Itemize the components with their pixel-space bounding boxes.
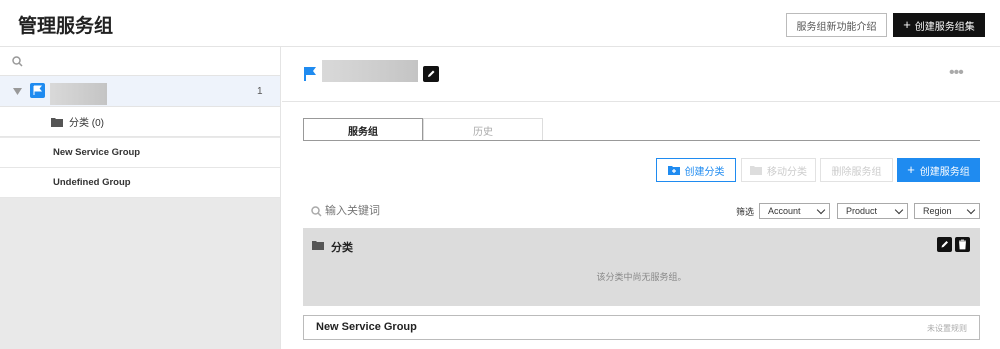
service-group-name: New Service Group: [316, 321, 417, 333]
filter-value: Account: [768, 206, 801, 216]
tab-service-groups[interactable]: 服务组: [303, 118, 423, 141]
chevron-down-icon: [816, 205, 826, 214]
flag-icon: [304, 67, 316, 81]
chevron-down-icon: [966, 205, 976, 214]
plus-icon: +: [907, 162, 915, 177]
service-group-row[interactable]: New Service Group 未设置规则: [303, 315, 980, 340]
page-header: 管理服务组 服务组新功能介绍 + 创建服务组集: [0, 0, 1000, 47]
chevron-down-icon: [894, 205, 904, 214]
tree-item-new-service-group[interactable]: New Service Group: [0, 138, 280, 168]
folder-icon: [312, 241, 324, 250]
filter-value: Product: [846, 206, 878, 216]
plus-icon: +: [903, 17, 911, 32]
group-name-redacted: [322, 60, 418, 82]
edit-category-icon[interactable]: [937, 237, 952, 252]
create-service-group-set-button[interactable]: + 创建服务组集: [893, 13, 985, 37]
account-filter-select[interactable]: Account: [759, 203, 830, 219]
category-panel: 分类 该分类中尚无服务组。: [303, 228, 980, 306]
create-category-button[interactable]: 创建分类: [656, 158, 736, 182]
tab-history[interactable]: 历史: [423, 118, 543, 141]
edit-name-icon[interactable]: [423, 66, 439, 82]
whats-new-button[interactable]: 服务组新功能介绍: [786, 13, 887, 37]
category-name: 分类: [331, 242, 353, 254]
more-options-icon[interactable]: •••: [949, 64, 964, 82]
filter-label: 筛选: [736, 207, 755, 217]
create-group-label: 创建服务组: [919, 166, 970, 178]
create-set-label: 创建服务组集: [914, 21, 975, 33]
create-service-group-button[interactable]: + 创建服务组: [897, 158, 980, 182]
tab-label: 历史: [473, 126, 493, 138]
move-category-button[interactable]: 移动分类: [741, 158, 816, 182]
tree-item-undefined-group[interactable]: Undefined Group: [0, 168, 280, 198]
tree-item-label: Undefined Group: [53, 177, 131, 188]
category-empty-text: 该分类中尚无服务组。: [596, 272, 687, 282]
tree-root-item[interactable]: 1: [0, 76, 280, 107]
delete-category-icon[interactable]: [955, 237, 970, 252]
root-count: 1: [257, 86, 263, 97]
page-title: 管理服务组: [18, 16, 114, 37]
detail-header: •••: [282, 47, 1000, 102]
sidebar-search[interactable]: [0, 47, 280, 76]
create-category-label: 创建分类: [684, 166, 725, 178]
folder-icon: [51, 117, 63, 127]
rule-status: 未设置规则: [927, 324, 967, 333]
folder-move-icon: [750, 166, 762, 175]
tree-item-label: 分类 (0): [69, 118, 104, 129]
move-category-label: 移动分类: [767, 166, 807, 178]
root-name-redacted: [50, 83, 107, 105]
sidebar: 1 分类 (0) New Service Group Undefined Gro…: [0, 47, 281, 349]
tree-item-category[interactable]: 分类 (0): [0, 107, 280, 137]
folder-plus-icon: [667, 166, 680, 175]
search-icon: [311, 206, 322, 217]
tab-underline: [303, 140, 980, 141]
tab-label: 服务组: [348, 126, 378, 138]
keyword-search-input[interactable]: [325, 202, 625, 220]
caret-down-icon[interactable]: [13, 88, 22, 95]
search-icon: [12, 56, 23, 67]
delete-service-group-button[interactable]: 删除服务组: [820, 158, 893, 182]
tree-item-label: New Service Group: [53, 147, 141, 158]
filter-value: Region: [923, 206, 952, 216]
flag-icon: [30, 83, 45, 98]
product-filter-select[interactable]: Product: [837, 203, 908, 219]
delete-group-label: 删除服务组: [831, 166, 882, 178]
region-filter-select[interactable]: Region: [914, 203, 980, 219]
